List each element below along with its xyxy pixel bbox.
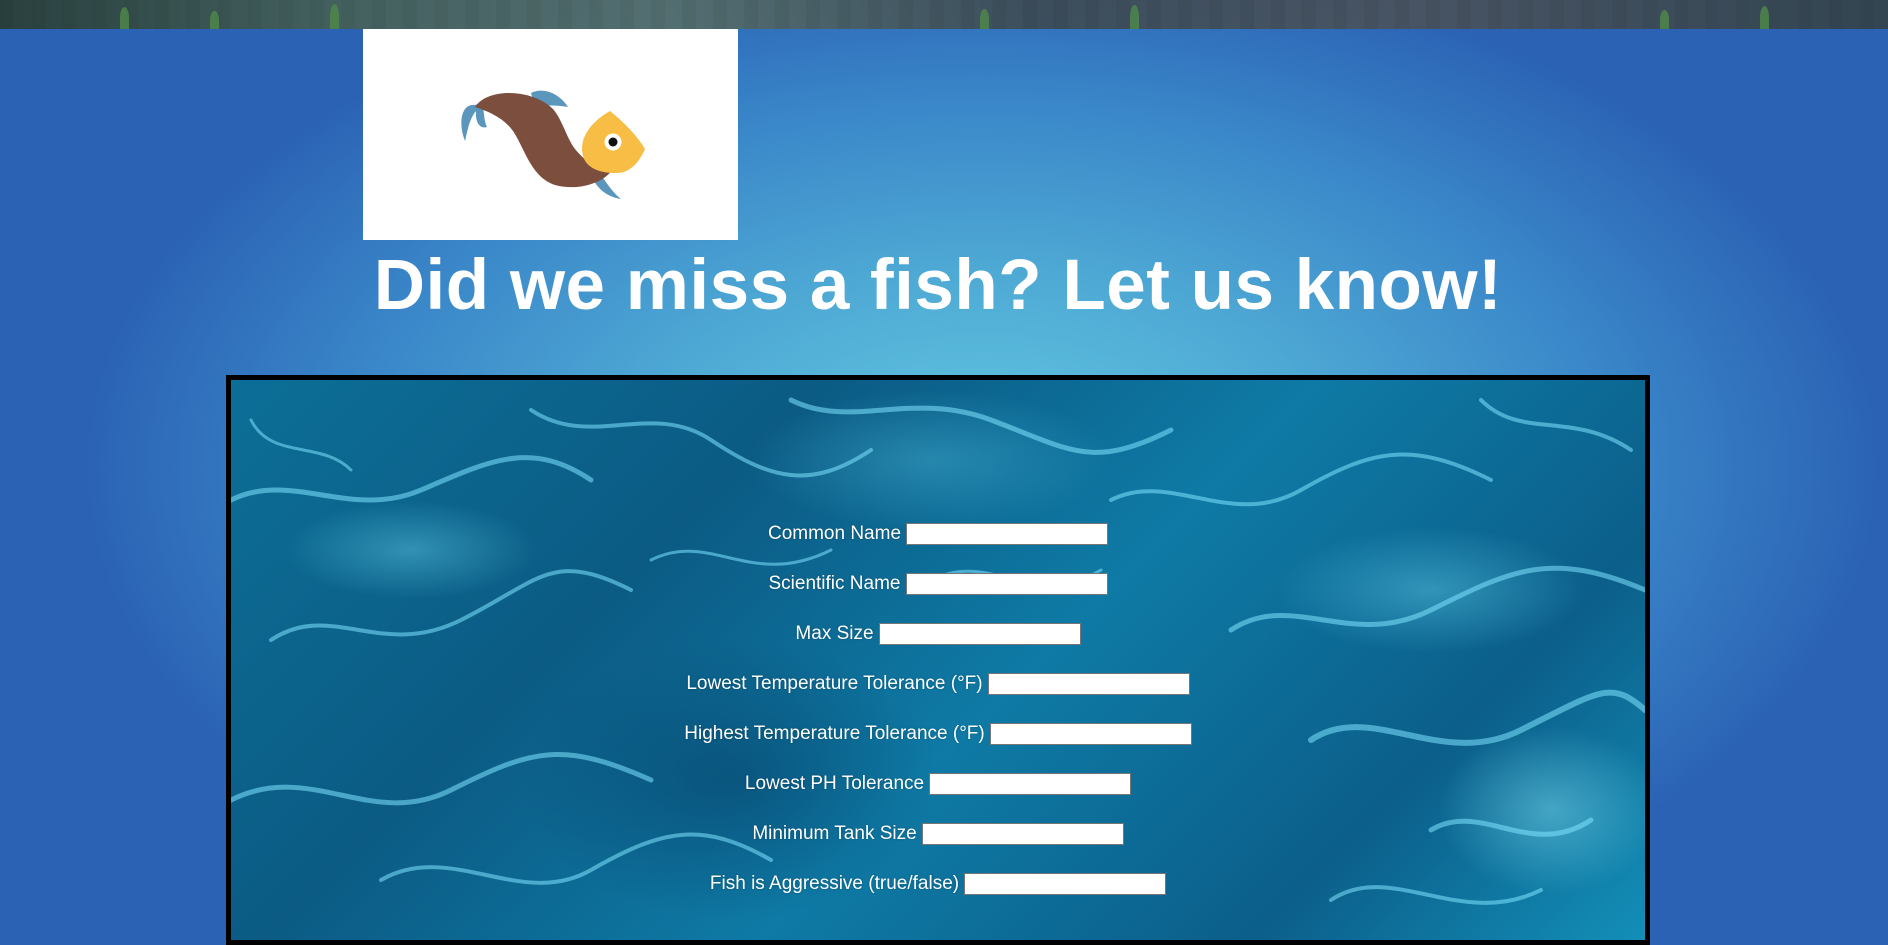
fish-aggressive-label: Fish is Aggressive (true/false) <box>709 873 960 894</box>
banner-plant-decoration <box>120 7 129 29</box>
highest-temperature-input[interactable] <box>989 723 1192 745</box>
banner-plant-decoration <box>210 11 219 29</box>
banner-plant-decoration <box>330 4 339 29</box>
banner-plant-decoration <box>1660 10 1669 29</box>
form-row-max-size: Max Size <box>231 621 1645 647</box>
form-row-lowest-ph: Lowest PH Tolerance <box>231 771 1645 797</box>
top-aquarium-banner <box>0 0 1888 29</box>
fish-aggressive-input[interactable] <box>964 873 1167 895</box>
max-size-label: Max Size <box>795 623 874 644</box>
scientific-name-input[interactable] <box>905 573 1108 595</box>
scientific-name-label: Scientific Name <box>768 573 901 594</box>
site-logo[interactable] <box>363 29 738 240</box>
lowest-temperature-label: Lowest Temperature Tolerance (°F) <box>686 673 983 694</box>
max-size-input[interactable] <box>878 623 1081 645</box>
banner-plant-decoration <box>1130 5 1139 29</box>
form-row-fish-aggressive: Fish is Aggressive (true/false) <box>231 871 1645 897</box>
form-row-minimum-tank-size: Minimum Tank Size <box>231 821 1645 847</box>
lowest-ph-input[interactable] <box>929 773 1132 795</box>
common-name-label: Common Name <box>767 523 902 544</box>
form-row-scientific-name: Scientific Name <box>231 571 1645 597</box>
minimum-tank-size-label: Minimum Tank Size <box>752 823 917 844</box>
highest-temperature-label: Highest Temperature Tolerance (°F) <box>684 723 985 744</box>
add-fish-form: Common Name Scientific Name Max Size Low… <box>226 375 1650 945</box>
form-row-highest-temperature: Highest Temperature Tolerance (°F) <box>231 721 1645 747</box>
lowest-ph-label: Lowest PH Tolerance <box>744 773 925 794</box>
water-background-image <box>231 397 1645 905</box>
banner-plant-decoration <box>980 9 989 29</box>
lowest-temperature-input[interactable] <box>987 673 1190 695</box>
page-title: Did we miss a fish? Let us know! <box>373 246 1503 325</box>
fish-logo-icon <box>461 90 645 199</box>
minimum-tank-size-input[interactable] <box>921 823 1124 845</box>
form-row-lowest-temperature: Lowest Temperature Tolerance (°F) <box>231 671 1645 697</box>
common-name-input[interactable] <box>906 523 1109 545</box>
banner-plant-decoration <box>1760 6 1769 29</box>
form-row-common-name: Common Name <box>231 521 1645 547</box>
